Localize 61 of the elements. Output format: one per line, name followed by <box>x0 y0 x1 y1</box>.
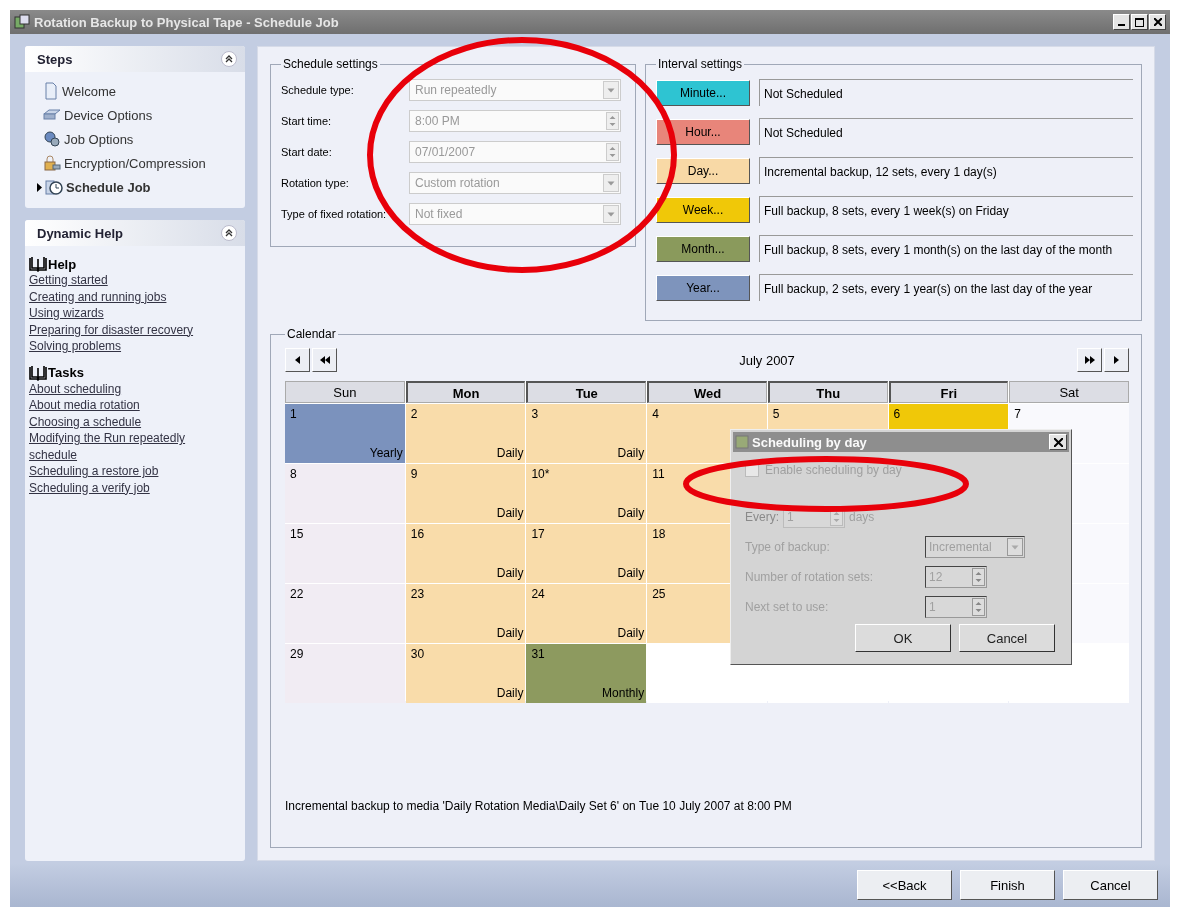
day-number: 10* <box>531 467 550 481</box>
day-number: 18 <box>652 527 666 541</box>
panel-title: Dynamic Help <box>37 225 123 241</box>
weekday-header: Tue <box>526 381 647 403</box>
schedule-label: Daily <box>617 446 645 460</box>
day-number: 30 <box>410 647 425 661</box>
interval-summary: Full backup, 8 sets, every 1 month(s) on the last day of the month <box>759 235 1133 262</box>
day-number: 5 <box>772 407 780 421</box>
interval-summary: Full backup, 8 sets, every 1 week(s) on Friday <box>759 196 1133 223</box>
day-number: 4 <box>652 407 659 421</box>
schedule-label: Daily <box>496 626 524 640</box>
group-title: Calendar <box>286 327 337 341</box>
day-number: 17 <box>531 527 545 541</box>
interval-summary: Not Scheduled <box>759 79 1133 106</box>
field-label: Start time: <box>281 115 333 127</box>
schedule-label: Daily <box>496 686 524 700</box>
field-label: Start date: <box>281 146 333 158</box>
day-number: 24 <box>531 587 545 601</box>
day-number: 9 <box>410 467 418 481</box>
window-title: Rotation Backup to Physical Tape - Schedule Job <box>34 14 340 30</box>
schedule-label: Daily <box>617 626 645 640</box>
section-heading: Tasks <box>48 365 84 380</box>
day-number: 11 <box>652 467 665 481</box>
day-number: 16 <box>410 527 425 541</box>
weekday-header: Sun <box>285 381 405 403</box>
day-number: 22 <box>290 587 304 601</box>
day-number: 1 <box>290 407 297 421</box>
schedule-label: Yearly <box>369 446 403 460</box>
interval-summary: Incremental backup, 12 sets, every 1 day(s) <box>759 157 1133 184</box>
day-number: 8 <box>290 467 297 481</box>
panel-title: Steps <box>37 51 73 67</box>
schedule-label: Daily <box>496 446 524 460</box>
day-number: 6 <box>893 407 901 421</box>
schedule-label: Daily <box>617 506 645 520</box>
schedule-label: Daily <box>496 506 524 520</box>
day-number: 29 <box>290 647 304 661</box>
interval-summary: Full backup, 2 sets, every 1 year(s) on the last day of the year <box>759 274 1133 301</box>
group-title: Interval settings <box>657 57 744 71</box>
field-label: Type of fixed rotation: <box>281 208 388 220</box>
day-number: 15 <box>290 527 304 541</box>
day-number: 2 <box>410 407 418 421</box>
interval-summary: Not Scheduled <box>759 118 1133 145</box>
month-title: July 2007 <box>739 352 795 368</box>
day-number: 25 <box>652 587 666 601</box>
day-number: 7 <box>1014 407 1021 421</box>
schedule-label: Monthly <box>602 686 645 700</box>
weekday-header: Sat <box>1009 381 1129 403</box>
day-number: 3 <box>531 407 539 421</box>
weekday-header: Thu <box>767 381 888 403</box>
schedule-label: Daily <box>617 566 645 580</box>
section-heading: Help <box>48 256 77 272</box>
weekday-header: Mon <box>405 381 526 403</box>
weekday-header: Wed <box>647 381 767 403</box>
field-label: Rotation type: <box>281 177 350 189</box>
field-label: Schedule type: <box>281 84 355 96</box>
weekday-header: Fri <box>888 381 1009 403</box>
schedule-label: Daily <box>496 566 524 580</box>
group-title: Schedule settings <box>282 57 379 71</box>
schedule-status-text: Incremental backup to media 'Daily Rotation Media\Daily Set 6' on Tue 10 July 2007 at 8:00 PM <box>285 799 793 815</box>
day-number: 23 <box>410 587 425 601</box>
day-number: 31 <box>531 647 545 661</box>
